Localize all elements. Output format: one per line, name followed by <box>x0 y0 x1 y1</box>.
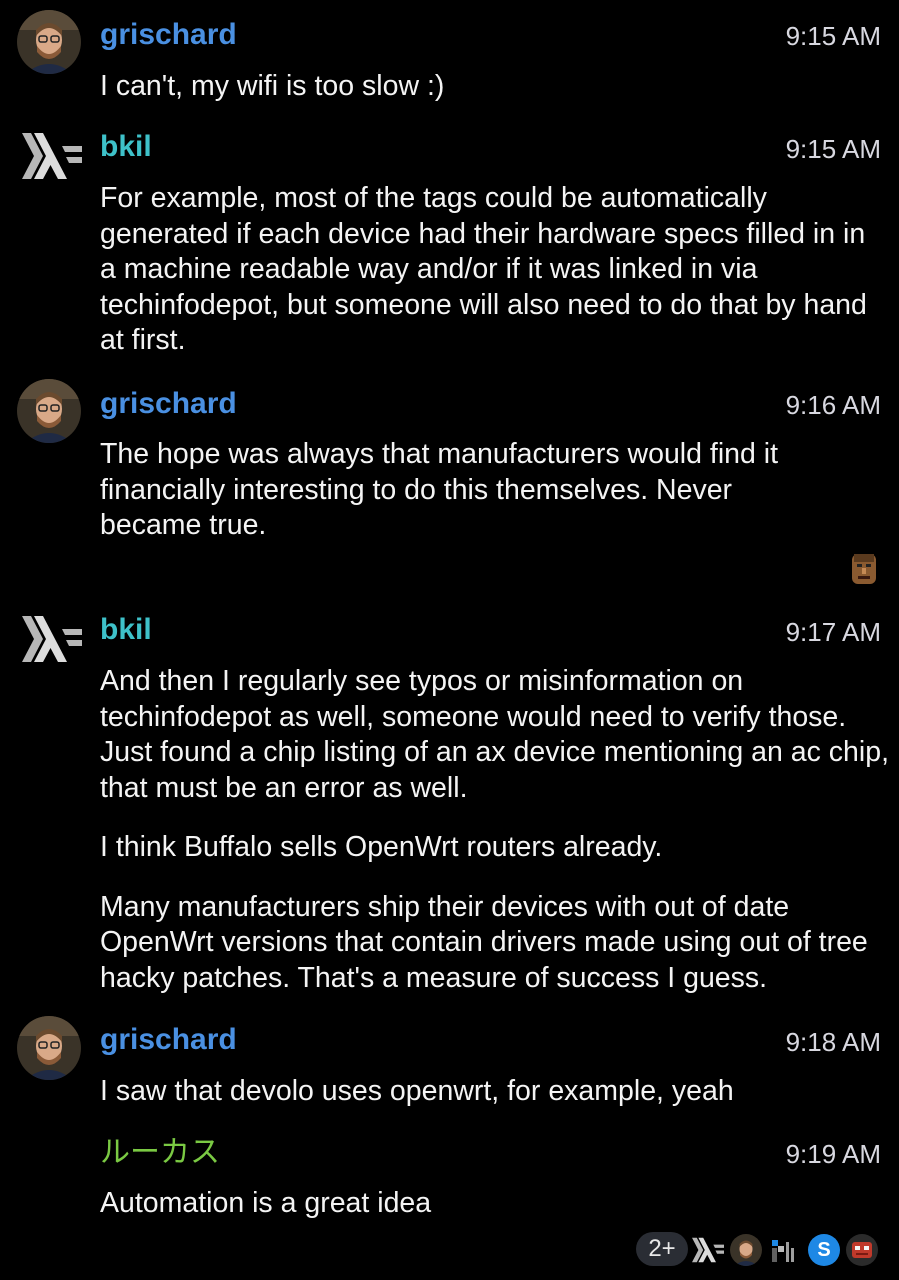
message-paragraph: I think Buffalo sells OpenWrt routers al… <box>100 831 663 863</box>
message-time: 9:19 AM <box>785 1139 881 1169</box>
message-body: I saw that devolo uses openwrt, for exam… <box>100 1074 885 1110</box>
message-time: 9:15 AM <box>785 21 881 51</box>
sender-name[interactable]: grischard <box>100 1022 237 1058</box>
message-body: I can't, my wifi is too slow :) <box>100 69 885 105</box>
message-time: 9:15 AM <box>785 134 881 164</box>
message-paragraph: Many manufacturers ship their devices wi… <box>100 890 868 994</box>
haskell-logo-icon <box>692 1237 724 1263</box>
message-body: Automation is a great idea <box>100 1186 885 1222</box>
message-paragraph: I can't, my wifi is too slow :) <box>100 70 445 102</box>
message-time: 9:18 AM <box>785 1027 881 1057</box>
sender-name[interactable]: bkil <box>100 129 152 165</box>
message-time: 9:16 AM <box>785 390 881 420</box>
message-paragraph: For example, most of the tags could be a… <box>100 182 867 356</box>
message-paragraph: I saw that devolo uses openwrt, for exam… <box>100 1075 734 1107</box>
read-receipts[interactable]: 2+ S <box>636 1230 884 1270</box>
flag-icon <box>772 1240 794 1262</box>
sender-name[interactable]: ルーカス <box>100 1135 220 1171</box>
message-body: And then I regularly see typos or misinf… <box>100 664 890 996</box>
robot-avatar-icon <box>846 1234 878 1266</box>
message-body: The hope was always that manufacturers w… <box>100 437 820 544</box>
haskell-logo-icon[interactable] <box>22 133 82 179</box>
message-paragraph: Automation is a great idea <box>100 1187 432 1219</box>
user-initial-avatar: S <box>808 1234 840 1266</box>
doom-face-icon[interactable] <box>849 552 879 586</box>
person-avatar-icon[interactable] <box>17 10 81 74</box>
message-paragraph: The hope was always that manufacturers w… <box>100 438 779 541</box>
sender-name[interactable]: bkil <box>100 612 152 648</box>
person-avatar-icon[interactable] <box>17 1016 81 1080</box>
sender-name[interactable]: grischard <box>100 386 237 422</box>
person-avatar-icon <box>730 1234 762 1266</box>
message-paragraph: And then I regularly see typos or misinf… <box>100 665 889 804</box>
message-time: 9:17 AM <box>785 617 881 647</box>
message-body: For example, most of the tags could be a… <box>100 181 885 359</box>
read-receipt-count[interactable]: 2+ <box>636 1232 688 1266</box>
haskell-logo-icon[interactable] <box>22 616 82 662</box>
person-avatar-icon[interactable] <box>17 379 81 443</box>
sender-name[interactable]: grischard <box>100 17 237 53</box>
